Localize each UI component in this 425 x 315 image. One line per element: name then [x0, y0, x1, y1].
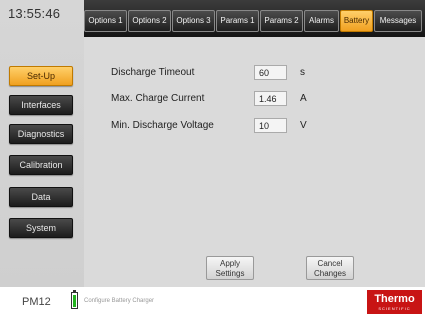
max-charge-current-unit: A	[300, 93, 307, 104]
tab-options-3[interactable]: Options 3	[172, 10, 215, 32]
sidebar-item-interfaces[interactable]: Interfaces	[9, 95, 73, 115]
sidebar-item-calibration[interactable]: Calibration	[9, 155, 73, 175]
tab-params-2[interactable]: Params 2	[260, 10, 303, 32]
logo-subtext: SCIENTIFIC	[378, 306, 411, 311]
tab-bar: Options 1 Options 2 Options 3 Params 1 P…	[84, 0, 425, 37]
sidebar: 13:55:46 Set-Up Interfaces Diagnostics C…	[0, 0, 84, 287]
discharge-timeout-label: Discharge Timeout	[111, 67, 195, 78]
discharge-timeout-field[interactable]: 60	[254, 65, 287, 80]
apply-label-line2: Settings	[215, 269, 245, 278]
apply-settings-button[interactable]: Apply Settings	[206, 256, 254, 280]
min-discharge-voltage-field[interactable]: 10	[254, 118, 287, 133]
thermo-logo: Thermo SCIENTIFIC	[367, 290, 422, 314]
cancel-label-line2: Changes	[313, 269, 347, 278]
clock: 13:55:46	[8, 6, 61, 21]
apply-label-line1: Apply	[219, 259, 240, 268]
tab-battery[interactable]: Battery	[340, 10, 373, 32]
discharge-timeout-unit: s	[300, 67, 305, 78]
tab-messages[interactable]: Messages	[374, 10, 422, 32]
sidebar-item-system[interactable]: System	[9, 218, 73, 238]
max-charge-current-label: Max. Charge Current	[111, 93, 205, 104]
battery-icon	[71, 290, 78, 309]
sidebar-item-diagnostics[interactable]: Diagnostics	[9, 124, 73, 144]
cancel-changes-button[interactable]: Cancel Changes	[306, 256, 354, 280]
logo-text: Thermo	[374, 293, 415, 305]
app-screen: 13:55:46 Set-Up Interfaces Diagnostics C…	[0, 0, 425, 315]
tab-options-2[interactable]: Options 2	[128, 10, 171, 32]
min-discharge-voltage-label: Min. Discharge Voltage	[111, 120, 214, 131]
status-bar: PM12 Configure Battery Charger Thermo SC…	[0, 287, 425, 315]
device-name: PM12	[22, 296, 51, 308]
status-message: Configure Battery Charger	[84, 298, 155, 304]
sidebar-item-setup[interactable]: Set-Up	[9, 66, 73, 86]
cancel-label-line1: Cancel	[317, 259, 343, 268]
tab-alarms[interactable]: Alarms	[304, 10, 339, 32]
tab-params-1[interactable]: Params 1	[216, 10, 259, 32]
battery-settings-panel: Discharge Timeout 60 s Max. Charge Curre…	[84, 37, 425, 287]
min-discharge-voltage-unit: V	[300, 120, 307, 131]
sidebar-item-data[interactable]: Data	[9, 187, 73, 207]
max-charge-current-field[interactable]: 1.46	[254, 91, 287, 106]
tab-options-1[interactable]: Options 1	[84, 10, 127, 32]
